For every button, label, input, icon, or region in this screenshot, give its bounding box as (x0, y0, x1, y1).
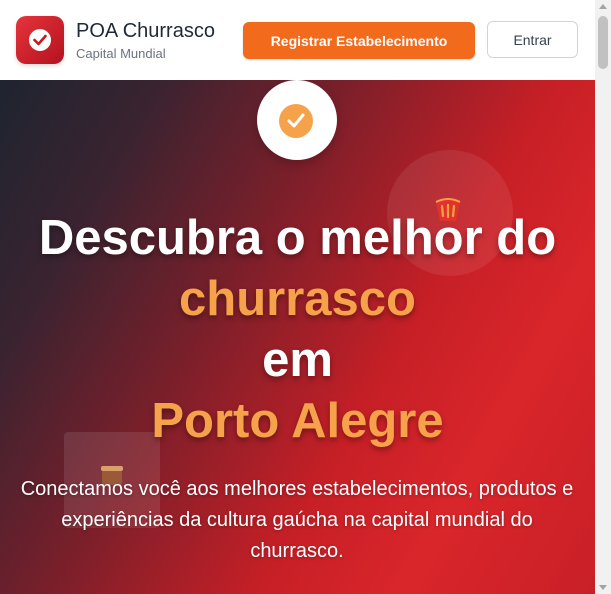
check-circle-icon (29, 29, 51, 51)
scroll-down-arrow-icon[interactable] (599, 585, 607, 590)
hero-title-line-1: Descubra o melhor do (38, 211, 557, 265)
login-button[interactable]: Entrar (487, 21, 578, 58)
register-establishment-button[interactable]: Registrar Estabelecimento (243, 22, 475, 59)
brand-logo[interactable] (16, 16, 64, 64)
vertical-scrollbar[interactable] (595, 0, 611, 594)
hero-badge (257, 80, 337, 160)
hero-title: Descubra o melhor do churrasco em Porto … (0, 208, 595, 452)
scrollbar-thumb[interactable] (598, 16, 608, 69)
site-header: POA Churrasco Capital Mundial Registrar … (0, 0, 595, 80)
brand-subtitle: Capital Mundial (76, 46, 166, 61)
scroll-up-arrow-icon[interactable] (599, 4, 607, 9)
hero-section: Descubra o melhor do churrasco em Porto … (0, 80, 595, 594)
check-circle-icon (279, 104, 313, 138)
hero-title-line-3: em (262, 333, 333, 387)
hero-subtitle: Conectamos você aos melhores estabelecim… (20, 478, 574, 562)
hero-title-highlight-city: Porto Alegre (151, 394, 444, 448)
brand-name: POA Churrasco (76, 20, 215, 42)
hero-title-highlight-churrasco: churrasco (179, 272, 416, 326)
